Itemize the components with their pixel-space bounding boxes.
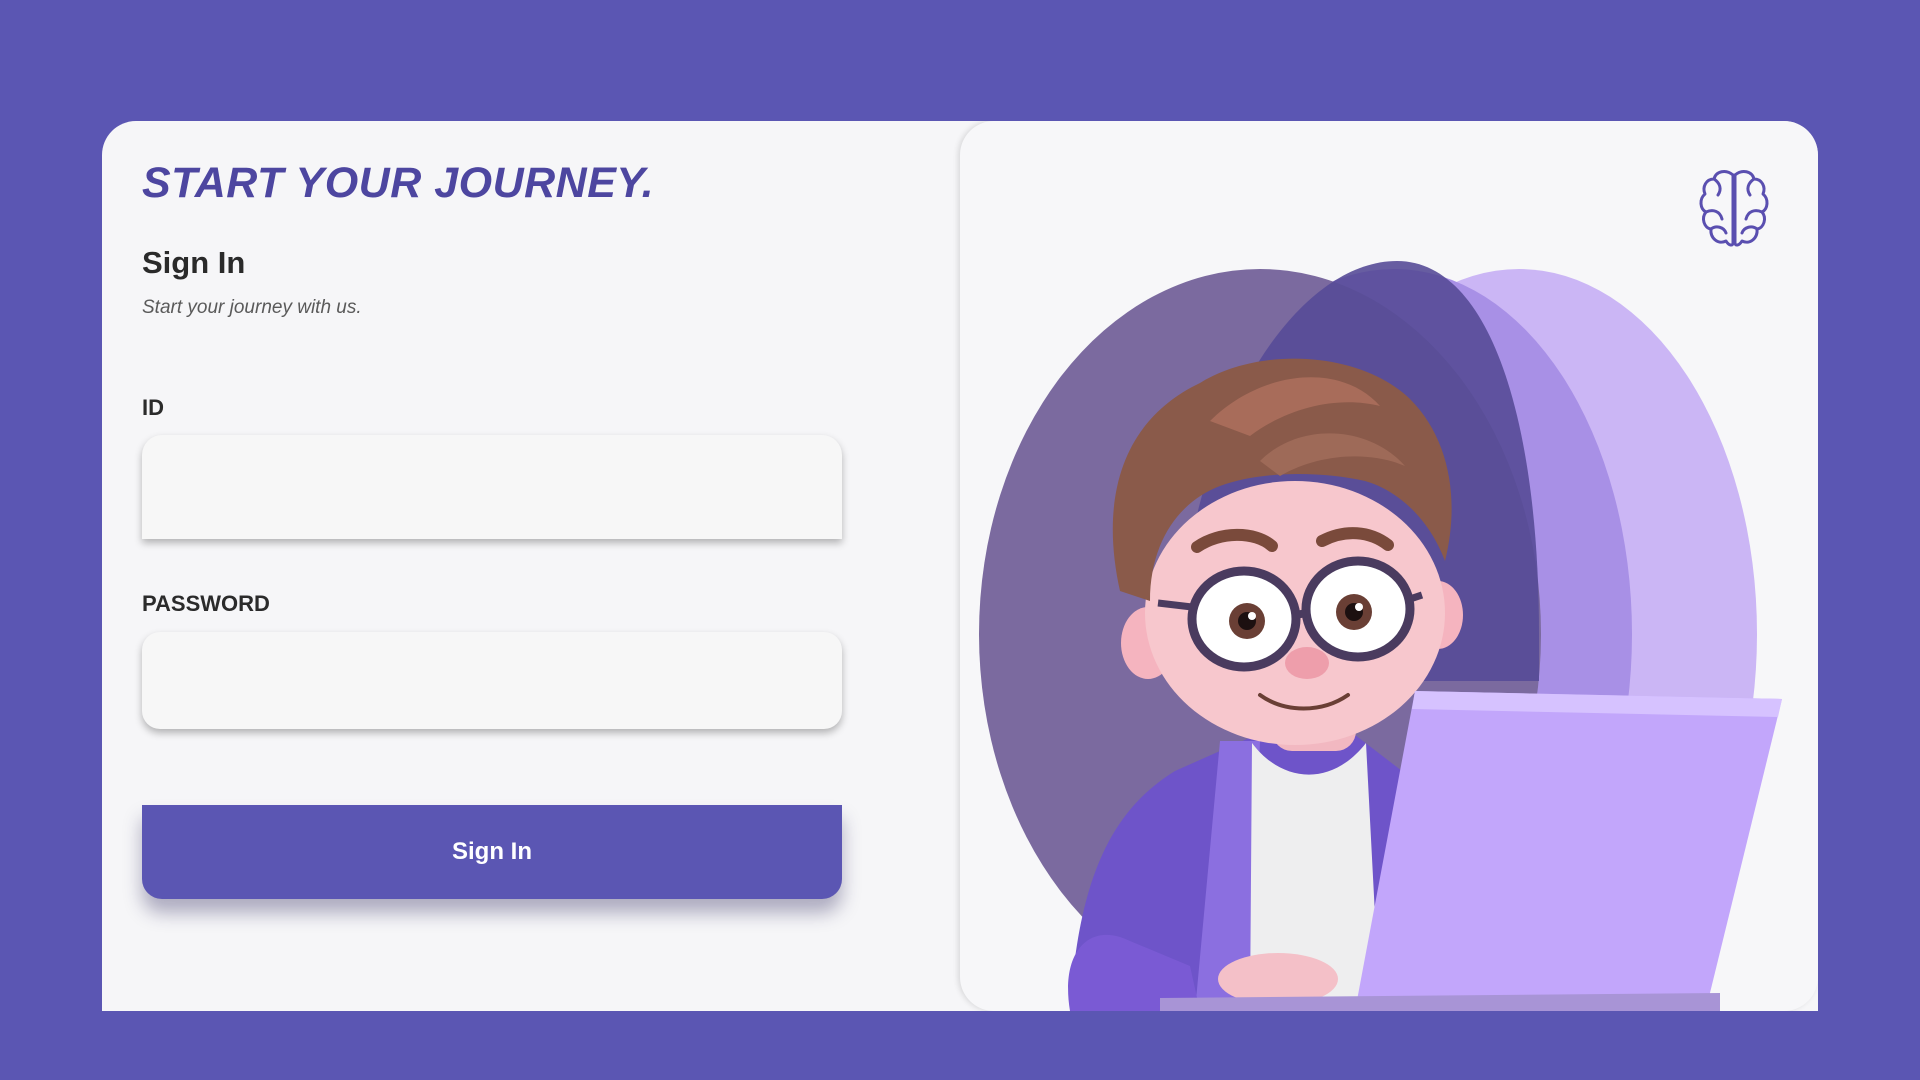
sign-in-card: START YOUR JOURNEY. Sign In Start your j… [102,121,1818,1011]
id-input[interactable] [142,435,842,539]
form-title: Sign In [142,245,246,280]
password-input[interactable] [142,632,842,729]
brain-icon [1699,170,1769,247]
sign-in-panel: START YOUR JOURNEY. Sign In Start your j… [102,121,960,1011]
hero-panel [960,121,1818,1011]
password-label: PASSWORD [142,591,270,616]
page-headline: START YOUR JOURNEY. [142,159,655,207]
id-label: ID [142,395,164,420]
hero-illustration [979,261,1782,1011]
form-subtitle: Start your journey with us. [142,297,362,318]
sign-in-button[interactable]: Sign In [142,805,842,899]
